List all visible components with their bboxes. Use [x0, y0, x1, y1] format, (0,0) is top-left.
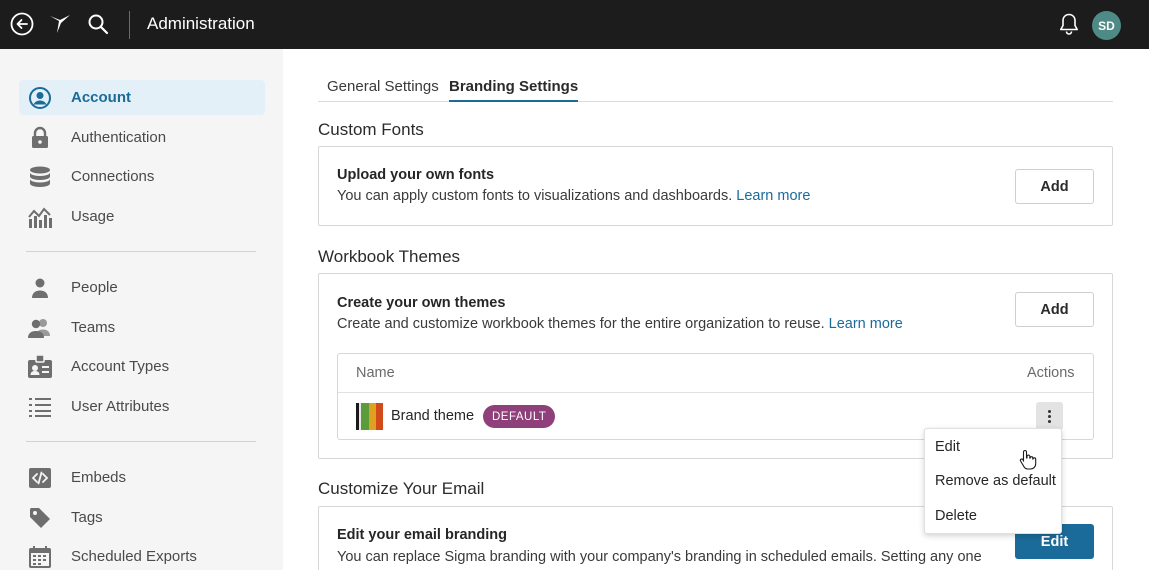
sidebar-item-label: User Attributes	[71, 398, 170, 415]
themes-heading: Create your own themes	[337, 295, 506, 311]
teams-icon	[27, 316, 53, 340]
custom-fonts-card: Upload your own fonts You can apply cust…	[318, 146, 1113, 226]
menu-item-edit[interactable]: Edit	[935, 439, 960, 455]
custom-fonts-title: Custom Fonts	[318, 120, 424, 139]
sidebar-item-label: Account	[71, 89, 131, 106]
add-theme-button[interactable]: Add	[1015, 292, 1094, 327]
kebab-dot-icon	[1048, 414, 1051, 418]
back-icon[interactable]	[10, 12, 34, 36]
tag-icon	[27, 506, 53, 530]
sidebar-item-teams[interactable]: Teams	[19, 310, 265, 345]
kebab-dot-icon	[1048, 419, 1051, 423]
column-header-actions: Actions	[1027, 365, 1075, 381]
custom-fonts-heading: Upload your own fonts	[337, 167, 495, 183]
more-actions-button[interactable]	[1036, 402, 1063, 430]
calendar-icon	[27, 545, 53, 569]
list-icon	[27, 395, 53, 419]
avatar[interactable]: SD	[1092, 11, 1121, 40]
themes-description-text: Create and customize workbook themes for…	[337, 316, 825, 332]
sidebar-item-label: Usage	[71, 208, 115, 225]
theme-name[interactable]: Brand theme	[391, 408, 474, 424]
sidebar-item-embeds[interactable]: Embeds	[19, 460, 265, 495]
custom-fonts-description-text: You can apply custom fonts to visualizat…	[337, 188, 733, 204]
sidebar-item-label: Authentication	[71, 129, 167, 146]
hand-cursor-icon	[1019, 449, 1037, 470]
lock-icon	[27, 126, 53, 150]
menu-item-remove-default[interactable]: Remove as default	[935, 473, 1056, 489]
sidebar-item-label: Account Types	[71, 358, 170, 375]
sidebar-item-account-types[interactable]: Account Types	[19, 349, 265, 384]
sidebar-item-tags[interactable]: Tags	[19, 500, 265, 535]
tab-general-settings[interactable]: General Settings	[327, 78, 439, 102]
bell-icon[interactable]	[1057, 12, 1081, 36]
theme-color-swatch	[356, 403, 383, 430]
sidebar-item-scheduled-exports[interactable]: Scheduled Exports	[19, 539, 265, 570]
person-icon	[27, 276, 53, 300]
sidebar-item-user-attributes[interactable]: User Attributes	[19, 389, 265, 424]
learn-more-link[interactable]: Learn more	[736, 188, 810, 204]
workbook-themes-title: Workbook Themes	[318, 247, 461, 266]
sidebar: Account Authentication Connections Usage…	[0, 49, 283, 570]
sidebar-divider	[26, 251, 256, 252]
add-font-button[interactable]: Add	[1015, 169, 1094, 204]
sidebar-item-label: Scheduled Exports	[71, 548, 197, 565]
sidebar-item-authentication[interactable]: Authentication	[19, 120, 265, 155]
header-divider	[129, 11, 130, 39]
email-heading: Edit your email branding	[337, 527, 507, 543]
email-description: You can replace Sigma branding with your…	[337, 549, 982, 565]
themes-description: Create and customize workbook themes for…	[337, 316, 903, 332]
database-icon	[27, 165, 53, 189]
sidebar-item-usage[interactable]: Usage	[19, 199, 265, 234]
top-bar: Administration SD	[0, 0, 1149, 49]
page-title: Administration	[147, 14, 255, 33]
sidebar-item-connections[interactable]: Connections	[19, 159, 265, 194]
custom-fonts-description: You can apply custom fonts to visualizat…	[337, 188, 810, 204]
menu-item-delete[interactable]: Delete	[935, 508, 977, 524]
kebab-dot-icon	[1048, 409, 1051, 413]
table-header-divider	[338, 392, 1093, 393]
sidebar-item-label: People	[71, 279, 118, 296]
usage-chart-icon	[27, 205, 53, 229]
tab-branding-settings[interactable]: Branding Settings	[449, 78, 579, 102]
default-badge: DEFAULT	[483, 405, 556, 428]
sidebar-item-label: Embeds	[71, 469, 127, 486]
themes-table: Name Actions Brand theme DEFAULT	[337, 353, 1094, 440]
code-icon	[27, 466, 53, 490]
search-icon[interactable]	[86, 12, 110, 36]
customize-email-title: Customize Your Email	[318, 479, 485, 498]
learn-more-link[interactable]: Learn more	[829, 316, 903, 332]
sidebar-item-label: Teams	[71, 319, 116, 336]
sidebar-divider	[26, 441, 256, 442]
sigma-logo[interactable]	[48, 12, 72, 36]
settings-tabs: General Settings Branding Settings	[318, 72, 1113, 102]
account-icon	[27, 86, 53, 110]
id-badge-icon	[27, 353, 53, 379]
column-header-name: Name	[356, 365, 395, 381]
sidebar-item-account[interactable]: Account	[19, 80, 265, 115]
theme-actions-menu: Edit Remove as default Delete	[924, 428, 1062, 534]
sidebar-item-people[interactable]: People	[19, 270, 265, 305]
sidebar-item-label: Connections	[71, 168, 155, 185]
sidebar-item-label: Tags	[71, 509, 103, 526]
